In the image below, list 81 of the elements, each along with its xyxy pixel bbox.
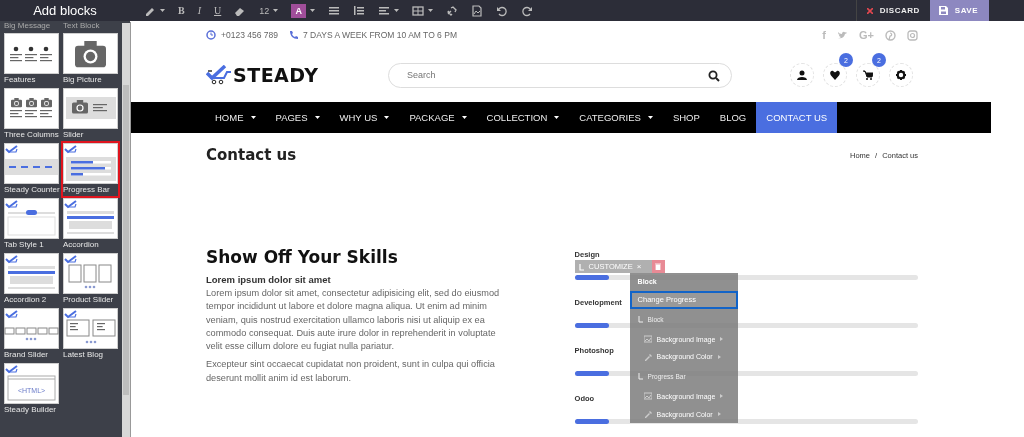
close-icon [866,7,873,14]
section-heading: Show Off Your Skills [206,247,399,267]
block-label[interactable]: Big Message [4,21,59,31]
scrollbar[interactable] [122,23,130,437]
block-label: Steady Counter [4,184,59,196]
image-icon [643,335,652,344]
italic-button[interactable]: I [197,3,201,18]
cart-button[interactable] [856,63,880,87]
block-preview-drawing [66,157,116,181]
block-label: Progress Bar [63,184,111,196]
block-preview-drawing [66,97,116,119]
nav-link[interactable]: BLOG [709,102,757,133]
nav-link[interactable]: COLLECTION [476,102,570,133]
table-button[interactable] [412,3,425,18]
text-color-button[interactable]: A [291,3,307,18]
body-paragraph: Excepteur sint occaecat cupidatat non proident, sunt in culpa qui officia deserunt mollit anim id est laborum. [206,358,496,385]
block-label: Latest Blog [63,349,105,361]
contact-text: +0123 456 789 [221,30,278,40]
section-subheading: Lorem ipsum dolor sit amet [206,274,332,285]
block-preview-drawing [7,375,56,401]
block-preview-drawing [67,211,114,234]
logo-text: STEADY [233,64,319,86]
block-label: Product Slider [63,294,115,306]
block-label: Slider [63,129,85,141]
block-preview-drawing [5,159,58,175]
block-label: Features [4,74,37,86]
numbered-list-button[interactable] [353,3,366,18]
submenu-arrow-icon [720,337,724,342]
eyedropper-icon [643,410,652,419]
contact-text: 7 DAYS A WEEK FROM 10 AM TO 6 PM [302,30,457,40]
settings-button[interactable] [889,63,913,87]
settings-icon [896,70,906,80]
thumbnail-card [4,33,59,74]
nav-link[interactable]: PAGES [265,102,330,133]
cart-logo-icon [206,65,232,85]
search-field[interactable]: Search [388,62,732,88]
bold-button[interactable]: B [178,3,185,18]
user-button[interactable] [790,63,814,87]
block-preview-drawing [75,41,106,68]
cart-icon [863,70,873,80]
heart-button[interactable] [823,63,847,87]
submenu-arrow-icon [720,394,724,399]
body-paragraph: Lorem ipsum dolor sit amet, consectetur adipisicing elit, sed do eiusmod tempor incididunt ut labore et dolore magna aliqua. Ut enim ad minim veniam, quis nostrud exercitation ullamco laboris nisi ut aliquip ex ea commodo consequat. Duis aute irure dolor in reprehenderit in voluptate velit esse cillum dolore eu fugiat nulla pariatur. [206,287,501,354]
nav-link[interactable]: CONTACT US [756,102,838,133]
block-label: Brand Slider [4,349,50,361]
nav-link[interactable]: PACKAGE [399,102,477,133]
underline-button[interactable]: U [214,3,222,18]
clock-icon [206,30,216,40]
block-label: Steady Builder [4,404,58,416]
block-preview-drawing [10,46,52,62]
block-label: Big Picture [63,74,103,86]
block-label: Tab Style 1 [4,239,45,251]
block-label: Accordion [63,239,100,251]
heart-icon [830,70,840,80]
nav-link[interactable]: HOME [205,102,266,133]
font-size-dropdown[interactable]: 12 [259,3,270,18]
submenu-arrow-icon [717,354,721,359]
discard-button[interactable]: DISCARD [855,0,930,21]
block-preview-drawing [66,319,116,344]
submenu-arrow-icon [717,412,721,417]
eyedropper-icon [643,352,652,361]
block-label: Three Columns [4,129,59,141]
block-preview-drawing [8,266,55,289]
block-tile[interactable]: Progress Bar [61,141,120,198]
trash-icon [655,263,662,270]
phone-icon [287,30,298,40]
block-preview-drawing [7,210,56,236]
nav-link[interactable]: WHY US [329,102,400,133]
block-preview-drawing [4,327,59,341]
page-title: Contact us [206,146,297,164]
image-icon [643,392,652,401]
block-label: Accordion 2 [4,294,48,306]
nav-link[interactable]: CATEGORIES [569,102,663,133]
block-preview-drawing [10,98,52,118]
nav-link[interactable]: SHOP [662,102,710,133]
file-button[interactable] [471,3,484,18]
user-icon [797,70,807,80]
search-icon[interactable] [708,69,720,82]
block-preview-drawing [68,264,112,289]
panel-title: Add blocks [32,3,98,18]
block-label[interactable]: Text Block [63,21,118,31]
